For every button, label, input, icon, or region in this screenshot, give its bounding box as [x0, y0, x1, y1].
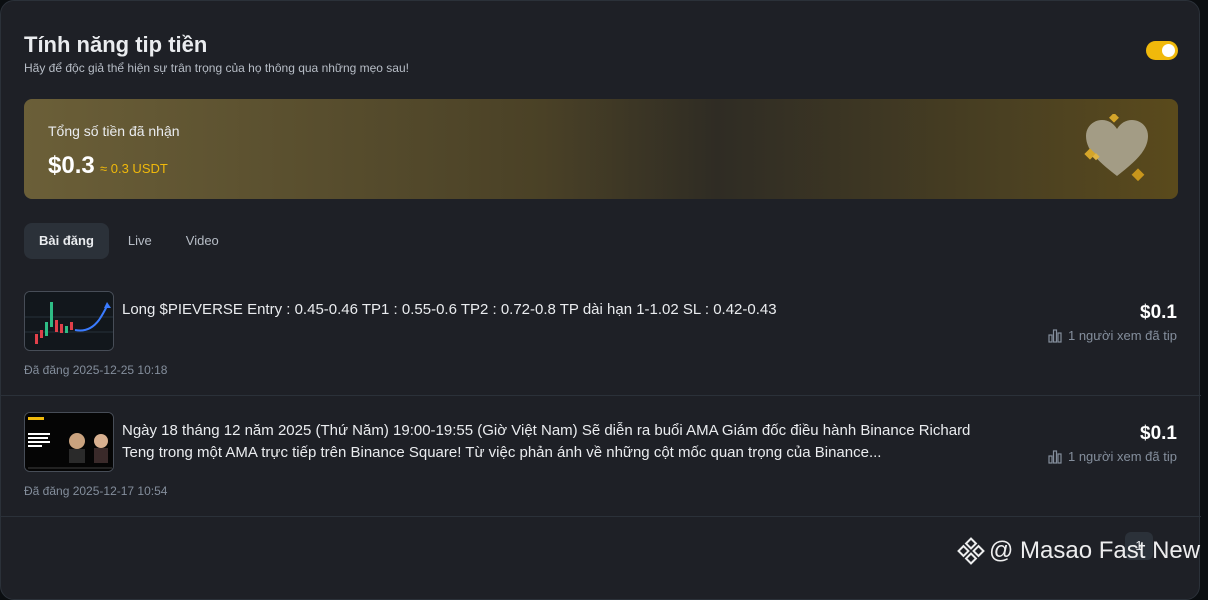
chart-thumbnail-image [25, 292, 113, 350]
bar-chart-icon [1048, 328, 1062, 343]
watermark: @ Masao Fast New [957, 537, 1200, 565]
watermark-text: @ Masao Fast New [989, 537, 1201, 564]
tipping-toggle[interactable] [1146, 41, 1178, 60]
total-received-card: Tổng số tiền đã nhận $0.3 ≈ 0.3 USDT [24, 99, 1178, 199]
post-text[interactable]: Long $PIEVERSE Entry : 0.45-0.46 TP1 : 0… [122, 299, 982, 321]
post-tippers: 1 người xem đã tip [1048, 328, 1177, 343]
heart-icon [1084, 114, 1148, 182]
post-thumbnail[interactable] [24, 291, 114, 351]
tippers-count: 1 người xem đã tip [1067, 328, 1177, 343]
tippers-count: 1 người xem đã tip [1067, 449, 1177, 464]
total-received-amount: $0.3 [48, 152, 95, 179]
post-thumbnail[interactable] [24, 412, 114, 472]
tab-posts[interactable]: Bài đăng [24, 223, 109, 259]
total-received-usdt: ≈ 0.3 USDT [100, 161, 168, 176]
page-title: Tính năng tip tiền [24, 32, 208, 57]
tab-live[interactable]: Live [113, 223, 167, 259]
post-row[interactable]: Long $PIEVERSE Entry : 0.45-0.46 TP1 : 0… [1, 275, 1201, 396]
page-subtitle: Hãy để độc giả thể hiện sự trân trọng củ… [24, 61, 409, 75]
tipping-panel: Tính năng tip tiền Hãy để độc giả thể hi… [0, 0, 1201, 600]
post-date: Đã đăng 2025-12-17 10:54 [24, 484, 168, 498]
total-received-label: Tổng số tiền đã nhận [48, 123, 180, 139]
tab-video[interactable]: Video [171, 223, 234, 259]
post-tippers: 1 người xem đã tip [1048, 449, 1177, 464]
content-tabs: Bài đăng Live Video [24, 223, 238, 259]
binance-logo-icon [957, 537, 985, 565]
toggle-knob [1162, 44, 1175, 57]
bar-chart-icon [1048, 449, 1062, 464]
post-tip-amount: $0.1 [1140, 302, 1177, 323]
post-text[interactable]: Ngày 18 tháng 12 năm 2025 (Thứ Năm) 19:0… [122, 420, 982, 464]
post-tip-amount: $0.1 [1140, 423, 1177, 444]
ama-thumbnail-image [25, 413, 113, 471]
post-row[interactable]: Ngày 18 tháng 12 năm 2025 (Thứ Năm) 19:0… [1, 396, 1201, 517]
post-date: Đã đăng 2025-12-25 10:18 [24, 363, 168, 377]
